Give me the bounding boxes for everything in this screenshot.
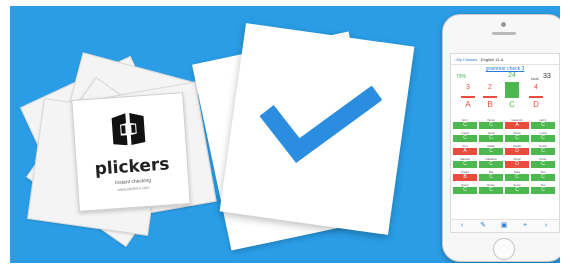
chevron-right-icon[interactable]: › (541, 222, 551, 230)
student-answer: C (531, 187, 555, 194)
answer-letter: D (533, 100, 539, 109)
student-answer: C (479, 135, 503, 142)
answer-count: 3 (466, 84, 470, 91)
student-answer: D (505, 161, 529, 168)
student-answer: C (505, 135, 529, 142)
answer-count: 2 (488, 84, 492, 91)
home-button[interactable] (493, 238, 515, 260)
answer-bar-d[interactable]: 4D (527, 72, 545, 118)
student-answer: C (531, 161, 555, 168)
answer-bar-line (529, 96, 543, 98)
pencil-icon[interactable]: ✎ (478, 222, 488, 230)
student-answer: C (479, 187, 503, 194)
student-cell[interactable]: Quinn C (453, 183, 477, 194)
student-answer: C (453, 122, 477, 129)
student-cell[interactable]: Klaus C (505, 131, 529, 142)
student-cell[interactable]: Ingrid C (453, 131, 477, 142)
answer-letter: C (509, 100, 515, 109)
student-answer: C (479, 161, 503, 168)
hero-banner: plickers Instant checking www.plickers.c… (10, 6, 560, 263)
student-cell[interactable]: Harry C (531, 118, 555, 129)
student-cell[interactable]: Tom C (531, 170, 555, 181)
checkmark-icon (259, 85, 383, 163)
card-marker-icon (111, 113, 146, 146)
answer-count: 4 (534, 84, 538, 91)
student-cell[interactable]: Oscar C (531, 144, 555, 155)
student-answer: C (479, 174, 503, 181)
card-pile: plickers Instant checking www.plickers.c… (19, 46, 220, 247)
student-answer: C (453, 161, 477, 168)
student-cell[interactable]: Natasha C (479, 157, 503, 168)
student-answer: C (453, 187, 477, 194)
camera-icon[interactable]: ▣ (499, 222, 509, 230)
student-cell[interactable]: Manuel C (453, 157, 477, 168)
student-answer: C (453, 135, 477, 142)
student-cell[interactable]: Peter C (531, 157, 555, 168)
tab-bar: ‹ ✎ ▣ + › (451, 219, 559, 232)
student-cell[interactable]: Erin C (453, 118, 477, 129)
logo-front-sheet (219, 23, 415, 235)
student-answer: C (531, 148, 555, 155)
student-cell[interactable]: Rosie C (479, 183, 503, 194)
answer-bar-a[interactable]: 3A (459, 72, 477, 118)
camera-dot (501, 22, 506, 27)
phone: ‹ My Classes English 11-A grammar check … (442, 14, 560, 262)
speaker-grille (492, 32, 516, 35)
student-cell[interactable]: Gerardo A (505, 118, 529, 129)
student-answer: C (531, 174, 555, 181)
student-answer: C (505, 174, 529, 181)
student-answer: C (531, 135, 555, 142)
answer-letter: A (465, 100, 471, 109)
student-answer: C (479, 148, 503, 155)
student-cell[interactable]: Yasuo C (479, 118, 503, 129)
phone-screen: ‹ My Classes English 11-A grammar check … (450, 53, 560, 233)
student-answer: B (453, 174, 477, 181)
student-cell[interactable]: Omar D (505, 157, 529, 168)
student-cell[interactable]: Kim A (453, 144, 477, 155)
student-answer: C (479, 122, 503, 129)
answer-count: 24 (508, 72, 516, 79)
answer-bar-line (483, 96, 497, 98)
back-button[interactable]: ‹ My Classes (454, 57, 477, 62)
nav-bar: ‹ My Classes English 11-A (451, 54, 559, 65)
answer-bar-line (461, 96, 475, 98)
student-cell[interactable]: Lucia C (531, 131, 555, 142)
answer-bar-fill (505, 82, 519, 98)
student-answer: A (453, 148, 477, 155)
student-answer: D (505, 148, 529, 155)
nav-title: English 11-A (481, 57, 504, 62)
student-answer: C (531, 122, 555, 129)
student-cell[interactable]: Teo C (531, 183, 555, 194)
back-label: My Classes (456, 57, 478, 62)
student-answer: A (505, 122, 529, 129)
answer-letter: B (487, 100, 493, 109)
chevron-left-icon[interactable]: ‹ (457, 222, 467, 230)
answer-bar-b[interactable]: 2B (481, 72, 499, 118)
plickers-card: plickers Instant checking www.plickers.c… (71, 92, 191, 212)
student-cell[interactable]: Susie C (505, 183, 529, 194)
student-answer: C (505, 187, 529, 194)
student-cell[interactable]: Jandi C (479, 131, 503, 142)
plus-icon[interactable]: + (520, 222, 530, 230)
student-cell[interactable]: Paula B (453, 170, 477, 181)
student-cell[interactable]: Raj C (479, 170, 503, 181)
student-cell[interactable]: Nadia D (505, 144, 529, 155)
student-cell[interactable]: Sara C (505, 170, 529, 181)
answer-bar-c[interactable]: 24 C (503, 72, 521, 118)
student-cell[interactable]: Malik C (479, 144, 503, 155)
